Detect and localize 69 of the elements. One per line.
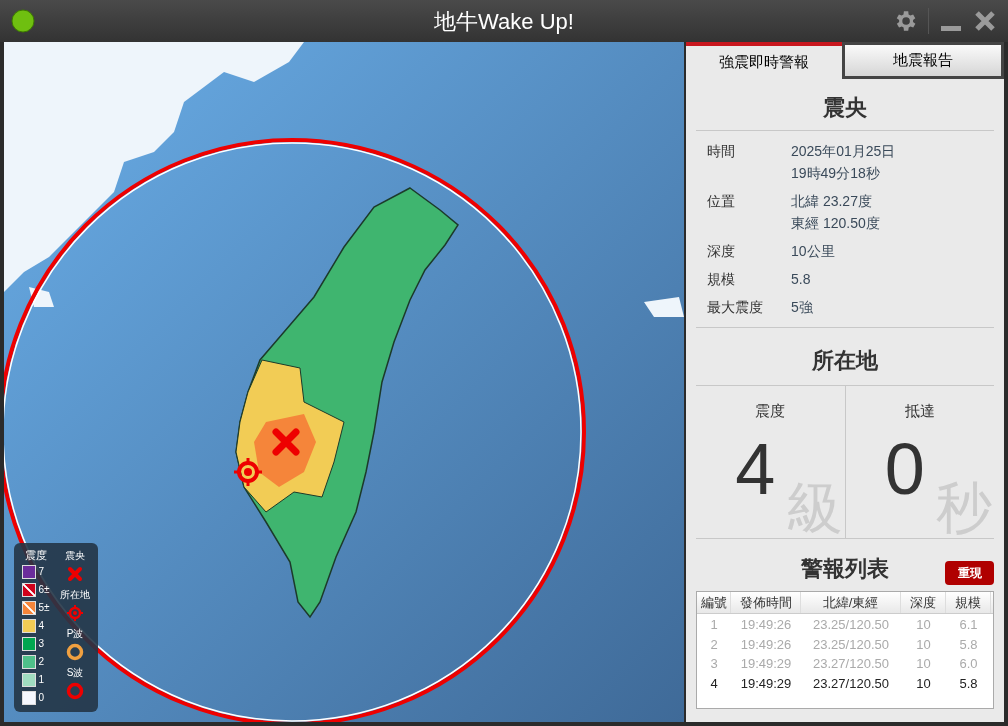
window-title: 地牛Wake Up!	[433, 7, 575, 36]
intensity-label: 0	[38, 691, 46, 705]
field-label: 時間	[707, 142, 736, 161]
table-cell-text: 23.25/120.50	[812, 635, 890, 654]
field-value: 北緯 23.27度	[791, 192, 873, 211]
marker-label: 震央	[65, 549, 85, 563]
table-cell-text: 19:49:29	[739, 655, 793, 673]
tab[interactable]: 地震報告	[842, 42, 1004, 79]
column-header: 發佈時間	[731, 592, 801, 613]
section-heading: 震央	[696, 79, 994, 131]
target-icon	[66, 604, 84, 622]
card-value: 0	[884, 432, 925, 505]
card-value: 4	[735, 432, 776, 505]
table-cell-text: 6.1	[958, 616, 979, 634]
intensity-label: 4	[38, 619, 46, 633]
map-view[interactable]: 震度 7 6± 5± 4 3 2 1 0 震央 所在地 P波 S波	[4, 42, 684, 722]
close-icon[interactable]	[973, 9, 997, 33]
field-value: 5強	[791, 298, 813, 317]
field-value: 東經 120.50度	[791, 214, 880, 233]
field-value: 2025年01月25日	[791, 142, 896, 161]
marker-label: P波	[66, 627, 84, 641]
section-heading: 警報列表	[801, 554, 889, 583]
field-value: 19時49分18秒	[791, 164, 881, 183]
table-cell-text: 10	[915, 655, 932, 673]
field-value: 10公里	[791, 242, 835, 261]
replay-button[interactable]: 重現	[945, 561, 994, 585]
table-cell-text: 5.8	[958, 635, 979, 654]
table-cell-text: 6.0	[958, 655, 979, 673]
column-header: 編號	[697, 592, 731, 613]
intensity-label: 1	[38, 673, 46, 687]
field-label: 規模	[707, 270, 736, 289]
intensity-label: 2	[38, 655, 46, 669]
card-label: 抵達	[904, 401, 935, 421]
table-cell-text: 4	[709, 674, 719, 693]
table-cell-text: 23.27/120.50	[812, 674, 890, 693]
column-header: 深度	[901, 592, 946, 613]
intensity-label: 3	[38, 637, 46, 651]
table-cell-text: 10	[915, 674, 932, 693]
table-cell-text: 23.27/120.50	[812, 655, 890, 673]
intensity-label: 5±	[38, 601, 51, 615]
location-marker-icon	[232, 456, 264, 488]
table-cell-text: 19:49:26	[739, 635, 793, 654]
status-light-icon	[11, 9, 35, 33]
legend-heading: 震度	[25, 548, 47, 562]
table-cell-text: 19:49:29	[739, 674, 793, 693]
intensity-label: 6±	[38, 583, 51, 597]
table-cell-text: 19:49:26	[739, 616, 793, 634]
table-cell-text: 2	[709, 635, 719, 654]
ring-icon	[66, 682, 84, 700]
table-cell-text: 10	[915, 616, 932, 634]
ring-icon	[66, 643, 84, 661]
table-cell-text: 5.8	[958, 674, 979, 693]
marker-label: 所在地	[60, 588, 90, 602]
marker-label: S波	[66, 666, 84, 680]
column-header: 規模	[946, 592, 991, 613]
intensity-label: 7	[38, 565, 46, 579]
field-label: 深度	[707, 242, 736, 261]
table-cell-text: 1	[709, 616, 719, 634]
field-label: 最大震度	[707, 298, 764, 317]
card-label: 震度	[755, 401, 786, 421]
table-cell-text: 10	[915, 635, 932, 654]
table-cell-text: 3	[709, 655, 719, 673]
section-heading: 所在地	[696, 328, 994, 386]
epicenter-marker-icon	[272, 428, 300, 456]
cross-icon	[66, 565, 84, 583]
column-header: 北緯/東經	[801, 592, 901, 613]
field-value: 5.8	[791, 270, 811, 289]
field-label: 位置	[707, 192, 736, 211]
table-cell-text: 23.25/120.50	[812, 616, 890, 634]
